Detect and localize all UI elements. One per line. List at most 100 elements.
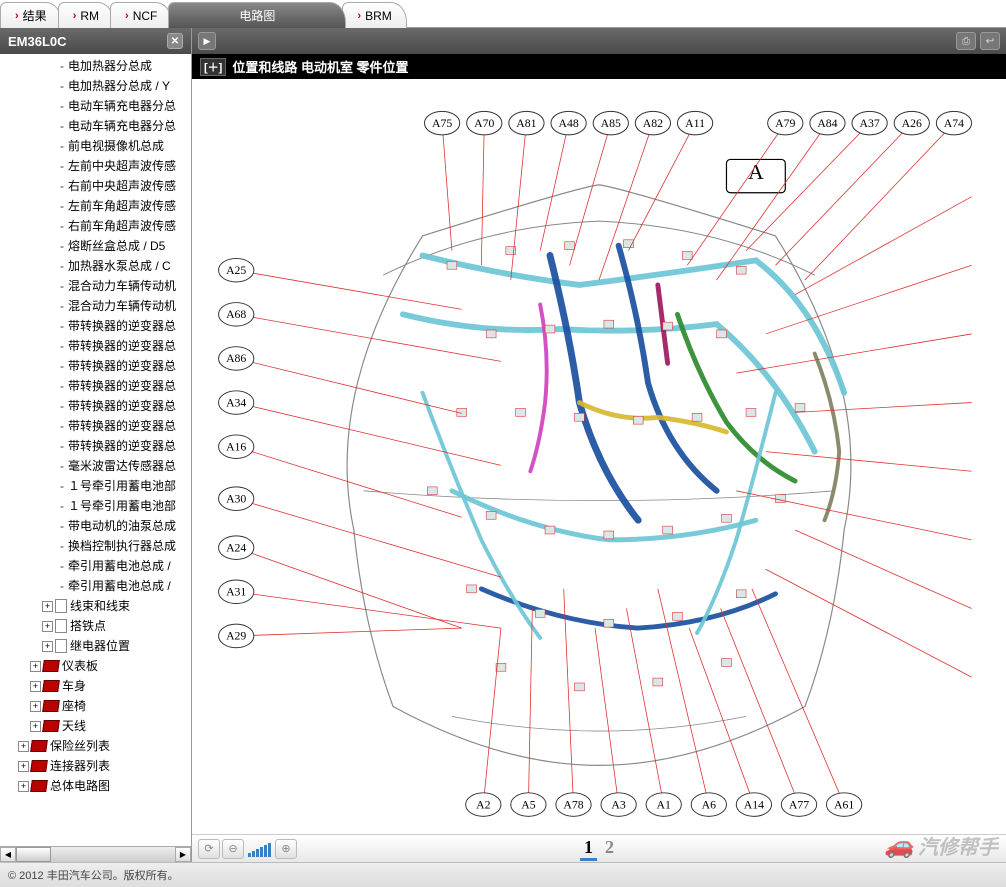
zoom-in-button[interactable]: ⊕ (275, 839, 297, 859)
tree-leaf[interactable]: 电动车辆充电器分总 (0, 96, 191, 116)
tree-leaf[interactable]: 带转换器的逆变器总 (0, 316, 191, 336)
tree-node[interactable]: +搭铁点 (0, 616, 191, 636)
tree-leaf[interactable]: 混合动力车辆传动机 (0, 296, 191, 316)
scroll-thumb[interactable] (16, 847, 51, 862)
svg-text:A68: A68 (226, 308, 246, 321)
tree-leaf[interactable]: 带转换器的逆变器总 (0, 336, 191, 356)
tree-leaf[interactable]: 换档控制执行器总成 (0, 536, 191, 556)
arrow-icon: › (357, 10, 361, 22)
svg-text:A78: A78 (563, 798, 583, 811)
tree-leaf[interactable]: 右前车角超声波传感 (0, 216, 191, 236)
svg-text:A11: A11 (685, 117, 705, 130)
tree-leaf[interactable]: 电加热器分总成 / Y (0, 76, 191, 96)
svg-text:A2: A2 (476, 798, 490, 811)
tree-leaf[interactable]: 带转换器的逆变器总 (0, 416, 191, 436)
svg-text:A30: A30 (226, 492, 246, 505)
zoom-level-bars[interactable] (248, 841, 271, 857)
tree-leaf[interactable]: 带转换器的逆变器总 (0, 356, 191, 376)
page-1[interactable]: 1 (580, 837, 597, 861)
diagram-area[interactable]: AA75A70A81A48A85A82A11A79A84A37A26A74A25… (192, 79, 1006, 834)
play-button[interactable]: ▶ (198, 32, 216, 50)
tab-ncf[interactable]: ›NCF (110, 2, 172, 28)
expander-icon[interactable]: + (42, 601, 53, 612)
svg-text:A29: A29 (226, 630, 246, 643)
svg-text:A5: A5 (521, 798, 535, 811)
car-icon: 🚗 (884, 831, 914, 860)
svg-text:A: A (748, 160, 764, 184)
tree-leaf[interactable]: 熔断丝盒总成 / D5 (0, 236, 191, 256)
expander-icon[interactable]: + (30, 681, 41, 692)
tree-leaf[interactable]: 带电动机的油泵总成 (0, 516, 191, 536)
tree-node[interactable]: +仪表板 (0, 656, 191, 676)
print-button[interactable]: ⎙ (956, 32, 976, 50)
page-2[interactable]: 2 (601, 837, 618, 861)
tree-leaf[interactable]: 混合动力车辆传动机 (0, 276, 191, 296)
tree-leaf[interactable]: 带转换器的逆变器总 (0, 396, 191, 416)
expander-icon[interactable]: + (30, 661, 41, 672)
tree-node[interactable]: +线束和线束 (0, 596, 191, 616)
tree-leaf[interactable]: １号牵引用蓄电池部 (0, 496, 191, 516)
expander-icon[interactable]: + (18, 741, 29, 752)
tree-node[interactable]: +车身 (0, 676, 191, 696)
tree-leaf[interactable]: １号牵引用蓄电池部 (0, 476, 191, 496)
svg-text:A24: A24 (226, 541, 246, 554)
book-icon (31, 760, 47, 772)
tree-leaf[interactable]: 带转换器的逆变器总 (0, 436, 191, 456)
tab-brm[interactable]: ›BRM (342, 2, 406, 28)
tab-circuit[interactable]: 电路图 (168, 2, 346, 28)
tree-leaf[interactable]: 前电视摄像机总成 (0, 136, 191, 156)
doc-icon (55, 639, 67, 653)
refresh-button[interactable]: ⟳ (198, 839, 220, 859)
tree-leaf[interactable]: 左前车角超声波传感 (0, 196, 191, 216)
expander-icon[interactable]: + (42, 641, 53, 652)
watermark: 🚗 汽修帮手 (884, 831, 998, 860)
doc-icon (55, 619, 67, 633)
tree-node[interactable]: +座椅 (0, 696, 191, 716)
scroll-left-button[interactable]: ◀ (0, 847, 16, 862)
svg-text:A16: A16 (226, 440, 246, 453)
tree-leaf[interactable]: 电加热器分总成 (0, 56, 191, 76)
tree-leaf[interactable]: 加热器水泵总成 / C (0, 256, 191, 276)
tree-node[interactable]: +天线 (0, 716, 191, 736)
svg-text:A48: A48 (558, 117, 578, 130)
tree-leaf[interactable]: 右前中央超声波传感 (0, 176, 191, 196)
svg-text:A85: A85 (601, 117, 621, 130)
back-button[interactable]: ↩ (980, 32, 1000, 50)
svg-text:A75: A75 (432, 117, 452, 130)
expander-icon[interactable]: + (18, 781, 29, 792)
sidebar-close-button[interactable]: ✕ (167, 33, 183, 49)
expander-icon[interactable]: + (42, 621, 53, 632)
tree-node[interactable]: +总体电路图 (0, 776, 191, 796)
sidebar-hscroll[interactable]: ◀ ▶ (0, 846, 191, 862)
diagram-svg[interactable]: AA75A70A81A48A85A82A11A79A84A37A26A74A25… (192, 79, 1006, 834)
tab-rm[interactable]: ›RM (58, 2, 114, 28)
svg-text:A6: A6 (702, 798, 716, 811)
tab-results[interactable]: ›结果 (0, 2, 62, 28)
tree-leaf[interactable]: 左前中央超声波传感 (0, 156, 191, 176)
svg-text:A81: A81 (516, 117, 536, 130)
scroll-right-button[interactable]: ▶ (175, 847, 191, 862)
tree-leaf[interactable]: 毫米波雷达传感器总 (0, 456, 191, 476)
book-icon (31, 780, 47, 792)
expand-button[interactable]: [＋] (200, 58, 226, 76)
content: ▶ ⎙ ↩ [＋] 位置和线路 电动机室 零件位置 AA75A70A81A48A… (192, 28, 1006, 862)
tree-leaf[interactable]: 牵引用蓄电池总成 / (0, 556, 191, 576)
pager: 1 2 (580, 837, 618, 861)
expander-icon[interactable]: + (18, 761, 29, 772)
sidebar-header: EM36L0C ✕ (0, 28, 191, 54)
arrow-icon: › (15, 10, 19, 22)
svg-text:A70: A70 (474, 117, 494, 130)
tree-node[interactable]: +连接器列表 (0, 756, 191, 776)
tree-leaf[interactable]: 带转换器的逆变器总 (0, 376, 191, 396)
tree-leaf[interactable]: 电动车辆充电器分总 (0, 116, 191, 136)
book-icon (43, 680, 59, 692)
tree-node[interactable]: +继电器位置 (0, 636, 191, 656)
tree-leaf[interactable]: 牵引用蓄电池总成 / (0, 576, 191, 596)
tree-node[interactable]: +保险丝列表 (0, 736, 191, 756)
tree[interactable]: 电加热器分总成电加热器分总成 / Y电动车辆充电器分总电动车辆充电器分总前电视摄… (0, 54, 191, 846)
expander-icon[interactable]: + (30, 721, 41, 732)
footer: © 2012 丰田汽车公司。版权所有。 (0, 862, 1006, 887)
book-icon (43, 700, 59, 712)
expander-icon[interactable]: + (30, 701, 41, 712)
zoom-out-button[interactable]: ⊖ (222, 839, 244, 859)
